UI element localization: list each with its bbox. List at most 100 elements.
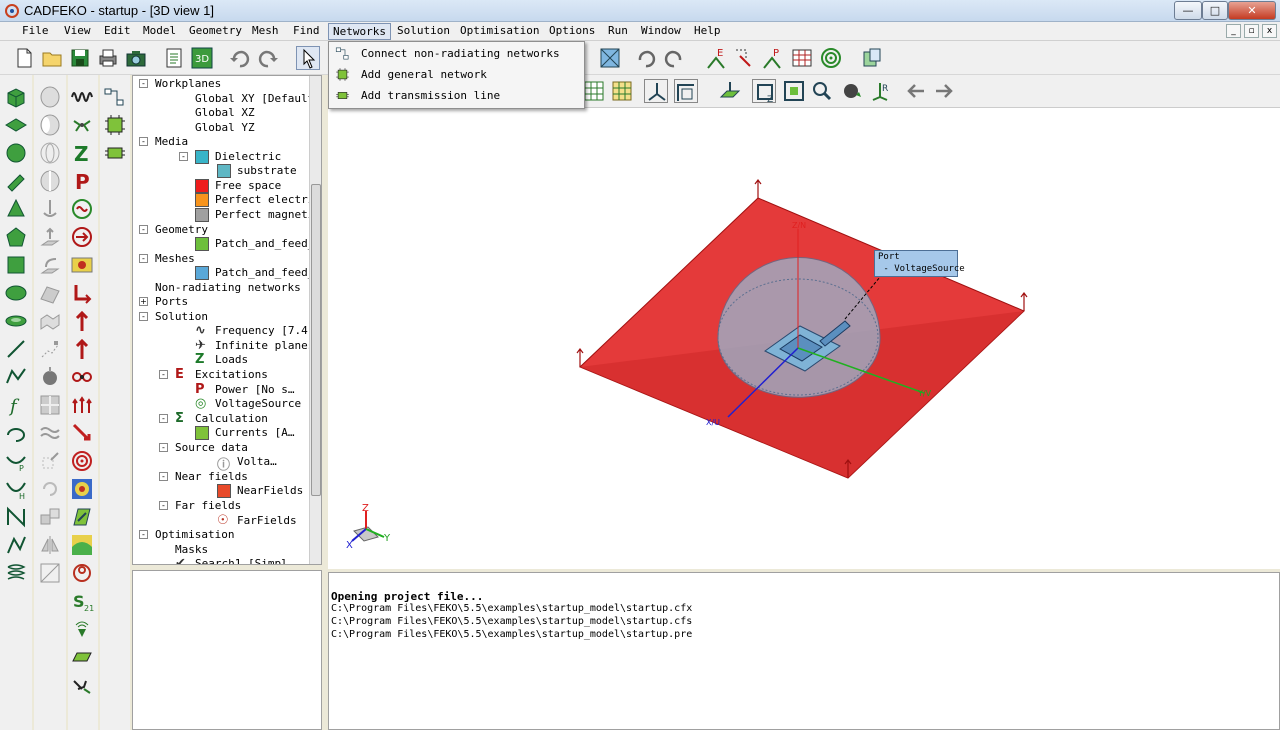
rotate-right-icon[interactable]: [662, 46, 686, 70]
open-folder-icon[interactable]: [40, 46, 64, 70]
close-button[interactable]: ✕: [1228, 1, 1276, 20]
align-icon[interactable]: [38, 561, 62, 585]
transmission-line-network-icon[interactable]: [103, 141, 127, 165]
excitation-e-icon[interactable]: E: [704, 46, 728, 70]
power-p-palette-icon[interactable]: P: [70, 169, 94, 194]
tree-item[interactable]: Source data: [175, 441, 248, 454]
current-source-icon[interactable]: [70, 225, 94, 249]
cylinder-icon[interactable]: [4, 169, 28, 193]
menu-networks[interactable]: Networks: [328, 23, 391, 40]
tree-expander[interactable]: -: [139, 79, 148, 88]
connect-networks-palette-icon[interactable]: [103, 85, 127, 109]
tree-item[interactable]: Free space: [215, 179, 281, 192]
tree-expander[interactable]: -: [139, 311, 148, 321]
3d-scene[interactable]: [328, 108, 1280, 570]
currents-icon[interactable]: [70, 505, 94, 529]
save-icon[interactable]: [68, 46, 92, 70]
tree-item[interactable]: Optimisation: [155, 528, 234, 541]
polyline-icon[interactable]: [4, 365, 28, 389]
forward-arrow-icon[interactable]: [932, 79, 956, 103]
cuboid-icon[interactable]: [4, 85, 28, 109]
parabola-p-icon[interactable]: P: [4, 449, 28, 473]
select-pointer-icon[interactable]: [296, 46, 320, 70]
mdi-restore-button[interactable]: ▫: [1244, 24, 1259, 38]
extrude-icon[interactable]: [38, 225, 62, 249]
field-data-icon[interactable]: [70, 253, 94, 277]
menu-run[interactable]: Run: [604, 23, 632, 40]
tree-item[interactable]: Ports: [155, 295, 188, 308]
tree-item[interactable]: Geometry: [155, 223, 208, 236]
menu-solution[interactable]: Solution: [393, 23, 454, 40]
polygon-icon[interactable]: [4, 225, 28, 249]
tree-item[interactable]: Power [No s…: [215, 383, 294, 396]
tree-expander[interactable]: -: [159, 442, 168, 452]
union-icon[interactable]: [38, 85, 62, 109]
infinite-plane-icon[interactable]: [70, 113, 94, 137]
receiving-antenna-icon[interactable]: [70, 617, 94, 641]
line-icon[interactable]: [4, 337, 28, 361]
intersect-icon[interactable]: [38, 141, 62, 165]
radiation-pattern-icon[interactable]: [70, 365, 94, 389]
tree-scrollbar[interactable]: [309, 76, 321, 564]
mirror-icon[interactable]: [38, 533, 62, 557]
hyperbola-h-icon[interactable]: H: [4, 477, 28, 501]
zoom-region-icon[interactable]: [810, 79, 834, 103]
reset-view-icon[interactable]: R: [868, 79, 892, 103]
sweep-icon[interactable]: [38, 253, 62, 277]
minimize-button[interactable]: —: [1174, 1, 1202, 20]
probe-icon[interactable]: [70, 673, 94, 697]
tree-expander[interactable]: -: [159, 413, 168, 423]
spline-icon[interactable]: [4, 505, 28, 529]
load-z-icon[interactable]: Z: [70, 141, 94, 166]
3d-view-icon[interactable]: 3D: [190, 46, 214, 70]
menu-view[interactable]: View: [60, 23, 95, 40]
menu-find[interactable]: Find: [289, 23, 324, 40]
menu-window[interactable]: Window: [637, 23, 685, 40]
tree-item[interactable]: Solution: [155, 310, 208, 323]
mdi-close-button[interactable]: x: [1262, 24, 1277, 38]
tree-item[interactable]: Dielectric: [215, 150, 281, 163]
tree-item[interactable]: Workplanes: [155, 77, 221, 90]
hertzian-dipoles-icon[interactable]: [70, 393, 94, 417]
menu-add-general-network[interactable]: Add general network: [329, 64, 584, 85]
maximize-button[interactable]: □: [1202, 1, 1228, 20]
tree-item[interactable]: Global YZ: [195, 121, 255, 134]
point-mesh-icon[interactable]: [38, 337, 62, 361]
tree-item[interactable]: Perfect magneti…: [215, 208, 321, 221]
waves-icon[interactable]: [38, 421, 62, 445]
new-file-icon[interactable]: [12, 46, 36, 70]
menu-connect-non-radiating-networks[interactable]: Connect non-radiating networks: [329, 43, 584, 64]
tree-item[interactable]: Calculation: [195, 412, 268, 425]
menu-help[interactable]: Help: [690, 23, 725, 40]
edge-excitation-icon[interactable]: [732, 46, 756, 70]
mdi-minimize-button[interactable]: _: [1226, 24, 1241, 38]
menu-options[interactable]: Options: [545, 23, 599, 40]
sparameter-grid-icon[interactable]: [790, 46, 814, 70]
mesh-view-icon[interactable]: [582, 79, 606, 103]
cone-icon[interactable]: [4, 197, 28, 221]
flat-cuboid-icon[interactable]: [4, 113, 28, 137]
tree-item[interactable]: Media: [155, 135, 188, 148]
3d-view[interactable]: Z/N Y/V X/U Z Y X: [328, 107, 1280, 569]
near-field-icon[interactable]: [70, 477, 94, 501]
menu-model[interactable]: Model: [139, 23, 180, 40]
far-field-icon[interactable]: [70, 561, 94, 585]
launch-postfeko-icon[interactable]: [860, 46, 884, 70]
impressed-current-icon[interactable]: [70, 421, 94, 445]
tree-item[interactable]: Global XY [Default]: [195, 92, 321, 105]
disk-icon[interactable]: [4, 309, 28, 333]
tree-item[interactable]: Patch_and_feed_…: [215, 266, 321, 279]
tree-item[interactable]: FarFields: [237, 514, 297, 527]
tree-expander[interactable]: +: [139, 297, 148, 307]
tree-expander[interactable]: -: [179, 151, 188, 161]
zoom-z-icon[interactable]: Z: [752, 79, 776, 105]
menu-file[interactable]: File: [18, 23, 53, 40]
waveguide-port-icon[interactable]: [70, 281, 94, 305]
undo-icon[interactable]: [228, 46, 252, 70]
sar-icon[interactable]: [70, 533, 94, 557]
menu-geometry[interactable]: Geometry: [185, 23, 246, 40]
plane-wave-icon[interactable]: [70, 337, 94, 361]
ellipse-icon[interactable]: [4, 281, 28, 305]
tree-item[interactable]: Perfect electri…: [215, 193, 321, 206]
tree-item[interactable]: Excitations: [195, 368, 268, 381]
